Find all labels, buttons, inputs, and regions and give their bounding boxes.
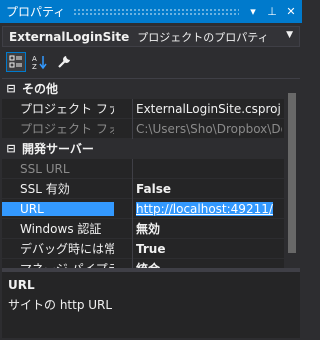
property-value[interactable]: False bbox=[132, 178, 282, 199]
property-pages-button[interactable] bbox=[54, 52, 74, 72]
title-bar: プロパティ ▾ ⊥ ✕ bbox=[0, 0, 302, 23]
category-label: 開発サーバー bbox=[22, 142, 94, 156]
scrollbar-thumb[interactable] bbox=[288, 93, 296, 253]
property-name: マネージ パイプライン モード bbox=[2, 260, 114, 268]
property-row-project-folder[interactable]: プロジェクト フォルダー C:\Users\Sho\Dropbox\Doc bbox=[2, 118, 300, 139]
property-name: デバッグ時には常に起動 bbox=[20, 242, 114, 256]
property-row-windows-auth[interactable]: Windows 認証 無効 bbox=[2, 218, 300, 239]
property-row-project-file[interactable]: プロジェクト ファイル ExternalLoginSite.csproj bbox=[2, 98, 300, 119]
property-grid: ⊟ その他 プロジェクト ファイル ExternalLoginSite.cspr… bbox=[2, 78, 300, 268]
pin-icon[interactable]: ⊥ bbox=[264, 4, 280, 20]
vertical-scrollbar[interactable] bbox=[284, 79, 300, 268]
description-title: URL bbox=[8, 278, 35, 292]
url-link[interactable]: http://localhost:49211/ bbox=[136, 201, 273, 216]
object-selector[interactable]: ExternalLoginSite プロジェクトのプロパティ ▼ bbox=[2, 26, 300, 47]
property-value bbox=[132, 158, 282, 179]
property-name: URL bbox=[2, 201, 114, 216]
property-name: SSL 有効 bbox=[20, 182, 70, 196]
property-value: C:\Users\Sho\Dropbox\Doc bbox=[132, 118, 282, 139]
property-row-ssl-url[interactable]: SSL URL bbox=[2, 158, 300, 179]
alphabetical-button[interactable]: A Z bbox=[30, 52, 50, 72]
collapse-icon[interactable]: ⊟ bbox=[4, 142, 18, 155]
property-row-pipeline-mode[interactable]: マネージ パイプライン モード 統合 bbox=[2, 258, 300, 268]
property-name: SSL URL bbox=[20, 161, 70, 176]
object-type: プロジェクトのプロパティ bbox=[137, 30, 269, 44]
category-row-other[interactable]: ⊟ その他 bbox=[2, 79, 300, 99]
svg-text:A: A bbox=[32, 55, 37, 63]
close-icon[interactable]: ✕ bbox=[283, 4, 299, 20]
properties-toolbar: A Z bbox=[0, 50, 302, 74]
description-text: サイトの http URL bbox=[8, 298, 113, 312]
title-grip[interactable] bbox=[73, 8, 239, 15]
collapse-icon[interactable]: ⊟ bbox=[4, 82, 18, 95]
property-value: ExternalLoginSite.csproj bbox=[132, 98, 282, 119]
description-pane: URL サイトの http URL bbox=[2, 272, 300, 338]
window-position-dropdown-icon[interactable]: ▾ bbox=[245, 4, 261, 20]
property-value[interactable]: True bbox=[132, 238, 282, 259]
chevron-down-icon[interactable]: ▼ bbox=[286, 30, 293, 40]
object-name: ExternalLoginSite bbox=[9, 29, 130, 44]
window-title: プロパティ bbox=[6, 5, 66, 19]
wrench-icon bbox=[58, 56, 70, 68]
property-row-ssl-enabled[interactable]: SSL 有効 False bbox=[2, 178, 300, 199]
property-name: プロジェクト フォルダー bbox=[20, 122, 114, 136]
category-row-dev-server[interactable]: ⊟ 開発サーバー bbox=[2, 139, 300, 159]
alphabetical-icon: A Z bbox=[32, 55, 47, 70]
property-name: Windows 認証 bbox=[20, 222, 102, 236]
property-row-always-start[interactable]: デバッグ時には常に起動 True bbox=[2, 238, 300, 259]
property-row-url[interactable]: URL http://localhost:49211/ bbox=[2, 198, 300, 219]
svg-text:Z: Z bbox=[32, 63, 37, 70]
property-value[interactable]: 統合 bbox=[132, 258, 282, 268]
property-name: プロジェクト ファイル bbox=[20, 102, 114, 116]
property-value[interactable]: http://localhost:49211/ bbox=[132, 198, 282, 219]
categorized-button[interactable] bbox=[6, 52, 26, 72]
categorized-icon bbox=[9, 55, 22, 68]
category-label: その他 bbox=[22, 82, 59, 96]
property-value[interactable]: 無効 bbox=[132, 218, 282, 239]
